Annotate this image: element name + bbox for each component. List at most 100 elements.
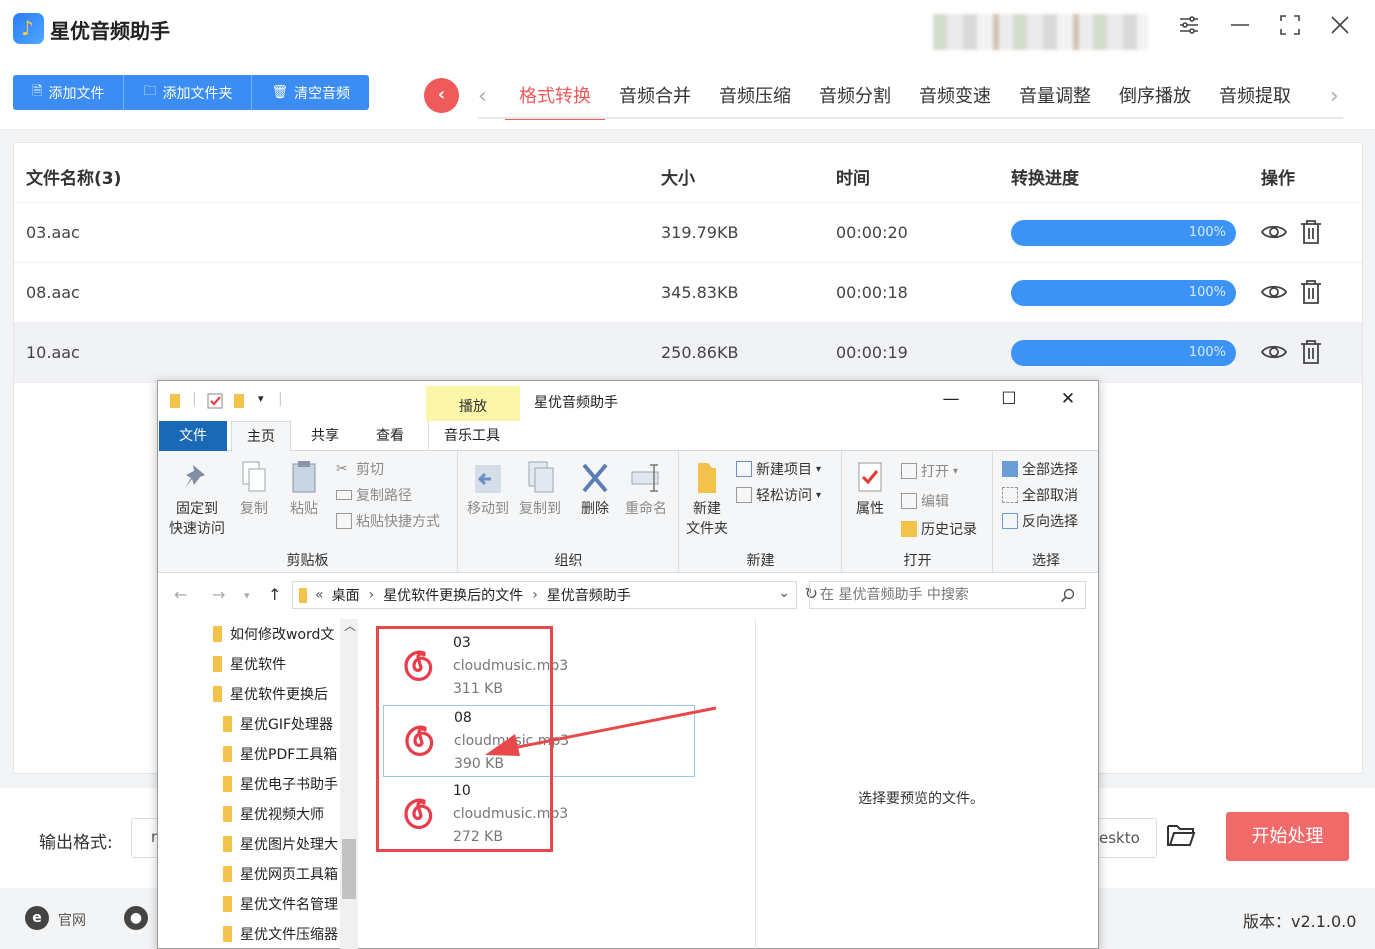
table-row[interactable]: 03.aac 319.79KB 00:00:20 100% [14,203,1362,263]
copy-to-button[interactable]: 复制到 [515,459,565,519]
breadcrumb-desktop[interactable]: 桌面 [332,585,360,605]
breadcrumb-audio-helper[interactable]: 星优音频助手 [547,585,631,605]
close-icon[interactable] [1324,14,1356,46]
preview-eye-icon[interactable] [1260,338,1288,366]
folder-icon [223,896,232,912]
tab-4[interactable]: 音频变速 [905,78,1005,120]
tree-item[interactable]: 星优电子书助手 [223,769,338,799]
folder-icon [213,656,222,672]
settings-icon[interactable] [1173,14,1205,46]
edit-button[interactable]: 编辑 [901,491,949,511]
invert-selection-button[interactable]: 反向选择 [1002,511,1078,531]
tree-item[interactable]: 星优文件名管理 [223,889,338,919]
select-all-label: 全部选择 [1022,462,1078,478]
explorer-title: 星优音频助手 [534,395,618,411]
tree-scroll-thumb[interactable] [342,839,356,899]
col-size: 大小 [661,169,695,189]
tabs-scroll-left-icon[interactable]: ‹ [478,84,487,109]
tree-item[interactable]: 星优视频大师 [223,799,324,829]
back-button[interactable]: ‹ [424,78,459,113]
ribbon-tab-music-tools[interactable]: 音乐工具 [428,421,515,451]
website-link[interactable]: 官网 [58,910,86,930]
tree-scrollbar[interactable]: ︿ [340,619,358,949]
pin-quick-access-button[interactable]: 固定到 快速访问 [166,459,228,539]
tree-item-label: 星优GIF处理器 [240,717,334,733]
explorer-close-icon[interactable]: ✕ [1053,389,1083,413]
delete-trash-icon[interactable] [1299,338,1323,366]
open-folder-icon[interactable] [1166,822,1198,852]
table-row[interactable]: 10.aac 250.86KB 00:00:19 100% [14,323,1362,383]
back-arrow-icon[interactable]: ← [174,585,187,604]
paste-shortcut-icon [336,513,352,529]
delete-button[interactable]: 删除 [573,459,617,519]
new-folder-icon[interactable] [233,393,247,409]
add-file-button[interactable]: 🗎 添加文件 [13,75,125,110]
tab-0[interactable]: 格式转换 [505,78,605,120]
copy-button[interactable]: 复制 [234,459,274,519]
open-button[interactable]: 打开 ▾ [901,461,958,481]
select-all-button[interactable]: 全部选择 [1002,459,1078,479]
ribbon-tab-share[interactable]: 共享 [296,421,354,451]
paste-button[interactable]: 粘贴 [284,459,324,519]
tab-6[interactable]: 倒序播放 [1105,78,1205,120]
rename-button[interactable]: 重命名 [621,459,671,519]
tree-item[interactable]: 星优软件 [213,649,286,679]
chat-icon[interactable]: ● [124,906,148,930]
user-avatar-blurred[interactable] [933,14,1148,50]
up-arrow-icon[interactable]: ↑ [268,585,281,604]
tab-1[interactable]: 音频合并 [605,78,705,120]
pin-label-1: 固定到 [176,501,218,517]
easy-access-button[interactable]: 轻松访问 ▾ [736,485,821,505]
breadcrumb-star-files[interactable]: 星优软件更换后的文件 [383,585,523,605]
tab-3[interactable]: 音频分割 [805,78,905,120]
tree-item[interactable]: 星优文件压缩器 [223,919,338,949]
search-input[interactable]: 在 星优音频助手 中搜索 [809,581,1086,609]
forward-arrow-icon[interactable]: → [212,585,225,604]
properties-button[interactable]: 属性 [847,459,893,519]
properties-icon[interactable] [207,393,223,409]
preview-eye-icon[interactable] [1260,218,1288,246]
tabs-scroll-right-icon[interactable]: › [1330,84,1339,109]
move-to-button[interactable]: 移动到 [463,459,513,519]
ribbon-tab-home[interactable]: 主页 [231,421,291,451]
paste-shortcut-button[interactable]: 粘贴快捷方式 [336,511,440,531]
tree-item[interactable]: 星优GIF处理器 [223,709,333,739]
ribbon-tab-file[interactable]: 文件 [159,421,227,451]
preview-eye-icon[interactable] [1260,278,1288,306]
recent-dropdown-icon[interactable]: ▾ [244,589,250,602]
context-tab-play[interactable]: 播放 [426,386,520,421]
new-item-button[interactable]: 新建项目 ▾ [736,459,821,479]
tree-item[interactable]: 如何修改word文 [213,619,334,649]
quick-access-dropdown-icon[interactable]: ▾ [258,392,264,405]
tab-5[interactable]: 音量调整 [1005,78,1105,120]
table-row[interactable]: 08.aac 345.83KB 00:00:18 100% [14,263,1362,323]
tree-item[interactable]: 星优PDF工具箱 [223,739,337,769]
tree-item[interactable]: 星优图片处理大 [223,829,338,859]
new-folder-button[interactable]: 新建 文件夹 [682,459,732,539]
tree-item[interactable]: 星优软件更换后 [213,679,328,709]
minimize-icon[interactable] [1224,14,1256,46]
scissors-icon: ✂ [336,461,348,477]
explorer-minimize-icon[interactable]: — [936,389,966,413]
start-processing-button[interactable]: 开始处理 [1226,812,1349,861]
scroll-up-icon[interactable]: ︿ [344,617,356,634]
explorer-maximize-icon[interactable]: ☐ [994,389,1024,413]
copy-path-button[interactable]: 复制路径 [336,485,412,505]
address-bar[interactable]: « 桌面 › 星优软件更换后的文件 › 星优音频助手 ⌄ ↻ [292,581,818,609]
ribbon-tab-view[interactable]: 查看 [361,421,419,451]
tab-7[interactable]: 音频提取 [1205,78,1305,120]
add-folder-button[interactable]: 🗀 添加文件夹 [124,75,253,110]
search-icon[interactable] [1060,588,1075,603]
clear-audio-button[interactable]: 🗑 清空音频 [252,75,369,110]
delete-trash-icon[interactable] [1299,278,1323,306]
address-dropdown-icon[interactable]: ⌄ [778,585,790,601]
folder-icon [213,686,222,702]
cut-button[interactable]: ✂ 剪切 [336,459,384,479]
select-none-button[interactable]: 全部取消 [1002,485,1078,505]
maximize-icon[interactable] [1274,14,1306,46]
tab-2[interactable]: 音频压缩 [705,78,805,120]
history-button[interactable]: 历史记录 [901,519,977,539]
tree-item[interactable]: 星优网页工具箱 [223,859,338,889]
delete-trash-icon[interactable] [1299,218,1323,246]
website-icon[interactable]: e [25,906,49,930]
